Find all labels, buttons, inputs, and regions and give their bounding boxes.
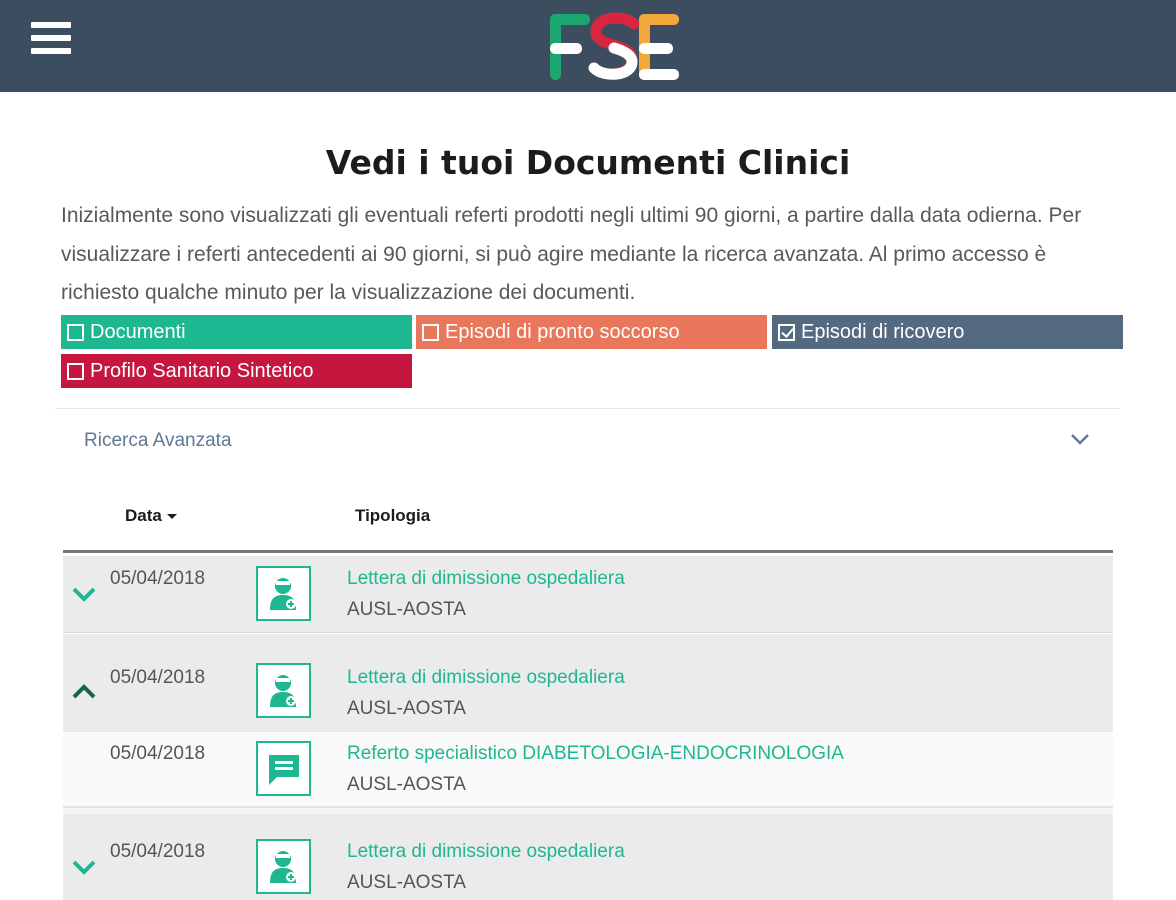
column-header-date-label: Data [125, 506, 162, 525]
hamburger-icon[interactable] [31, 22, 71, 58]
fse-logo[interactable] [548, 10, 684, 84]
top-bar [0, 0, 1176, 92]
table-row[interactable]: 05/04/2018 Lettera di dimissione ospedal… [63, 808, 1113, 900]
advanced-search-toggle[interactable]: Ricerca Avanzata [55, 408, 1120, 474]
row-date: 05/04/2018 [110, 568, 206, 589]
document-organization: AUSL-AOSTA [347, 872, 466, 893]
filter-ricovero[interactable]: Episodi di ricovero [772, 315, 1123, 349]
document-title-link[interactable]: Lettera di dimissione ospedaliera [347, 568, 625, 590]
table-subrow[interactable]: 05/04/2018 Referto specialistico DIABETO… [63, 733, 1113, 808]
column-header-date[interactable]: Data [125, 506, 177, 526]
doctor-document-icon[interactable] [256, 663, 311, 718]
row-date: 05/04/2018 [110, 841, 206, 862]
page-title: Vedi i tuoi Documenti Clinici [325, 143, 851, 182]
document-title-link[interactable]: Referto specialistico DIABETOLOGIA-ENDOC… [347, 743, 844, 765]
filter-label: Documenti [90, 320, 186, 343]
checkbox-icon[interactable] [67, 362, 84, 380]
row-date: 05/04/2018 [110, 667, 206, 688]
filter-documenti[interactable]: Documenti [61, 315, 412, 349]
column-header-type: Tipologia [355, 506, 431, 525]
filter-label: Episodi di pronto soccorso [445, 320, 680, 343]
document-organization: AUSL-AOSTA [347, 698, 466, 719]
row-date: 05/04/2018 [110, 743, 206, 764]
document-organization: AUSL-AOSTA [347, 774, 466, 795]
table-row[interactable]: 05/04/2018 Lettera di dimissione ospedal… [63, 634, 1113, 732]
filter-pronto-soccorso[interactable]: Episodi di pronto soccorso [416, 315, 767, 349]
document-organization: AUSL-AOSTA [347, 599, 466, 620]
table-header: Data Tipologia [63, 495, 1113, 553]
chevron-down-icon[interactable] [71, 859, 97, 875]
table-row[interactable]: 05/04/2018 Lettera di dimissione ospedal… [63, 556, 1113, 633]
advanced-search-label: Ricerca Avanzata [84, 430, 232, 451]
document-title-link[interactable]: Lettera di dimissione ospedaliera [347, 841, 625, 863]
filter-profilo-sanitario[interactable]: Profilo Sanitario Sintetico [61, 354, 412, 388]
sort-descending-icon [166, 514, 177, 520]
checkbox-icon[interactable] [422, 323, 439, 341]
chevron-down-icon[interactable] [71, 586, 97, 602]
chevron-up-icon[interactable] [71, 684, 97, 700]
intro-text: Inizialmente sono visualizzati gli event… [61, 204, 1082, 304]
doctor-document-icon[interactable] [256, 839, 311, 894]
doctor-document-icon[interactable] [256, 566, 311, 621]
report-message-icon[interactable] [256, 741, 311, 796]
document-title-link[interactable]: Lettera di dimissione ospedaliera [347, 667, 625, 689]
filter-label: Episodi di ricovero [801, 320, 965, 343]
filter-label: Profilo Sanitario Sintetico [90, 359, 314, 382]
chevron-down-icon[interactable] [1070, 433, 1090, 445]
checkbox-icon[interactable] [67, 323, 84, 341]
checkbox-checked-icon[interactable] [778, 323, 795, 341]
